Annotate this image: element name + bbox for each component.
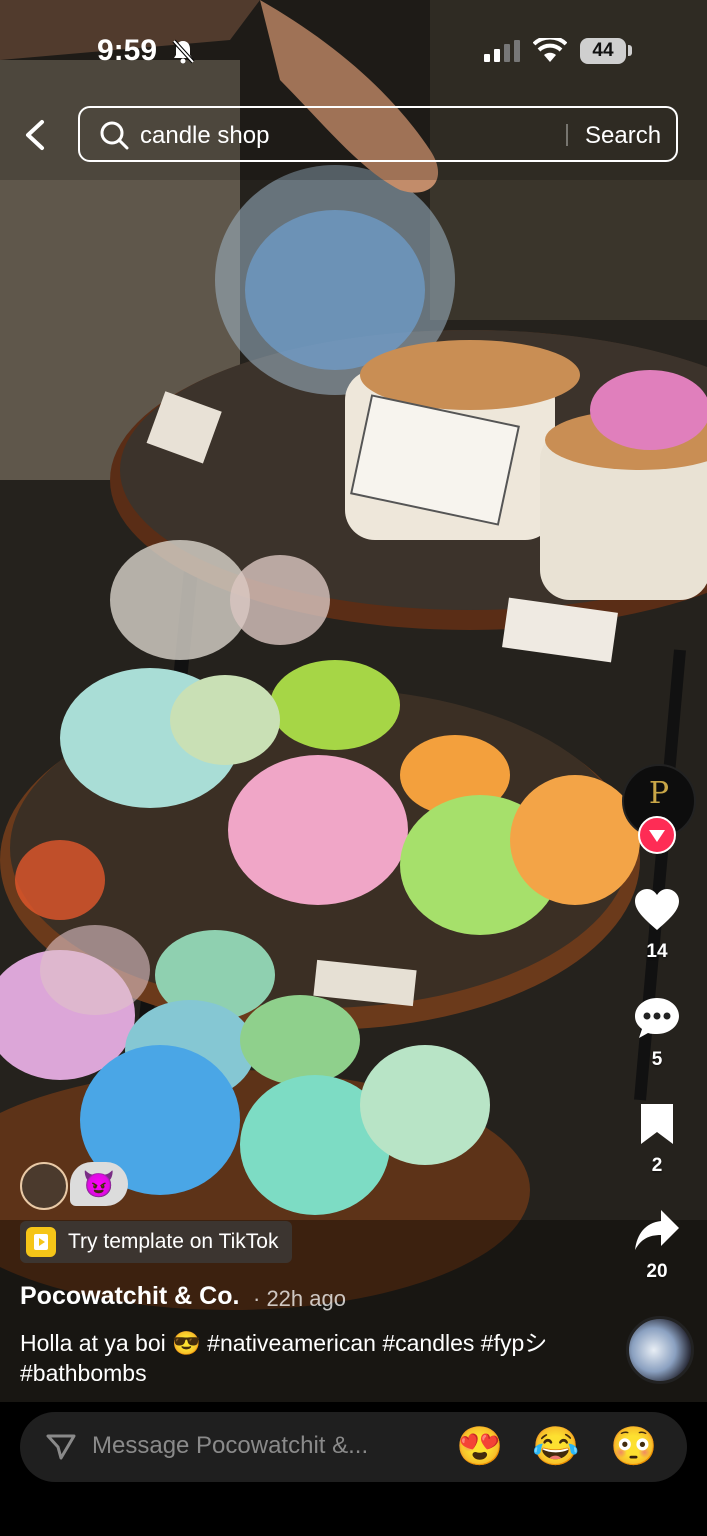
comment-button[interactable]: 5 bbox=[622, 996, 692, 1071]
comment-bubble[interactable]: 😈 bbox=[70, 1162, 128, 1206]
bell-slash-icon bbox=[170, 38, 196, 69]
emoji-heart-eyes-button[interactable]: 😍 bbox=[456, 1424, 503, 1470]
like-button[interactable]: 14 bbox=[622, 888, 692, 963]
commenter-avatar[interactable] bbox=[20, 1162, 68, 1210]
template-label: Try template on TikTok bbox=[68, 1230, 279, 1253]
share-arrow-icon bbox=[635, 1210, 679, 1250]
wifi-icon bbox=[532, 35, 568, 69]
post-caption: Holla at ya boi 😎 #nativeamerican #candl… bbox=[20, 1330, 548, 1386]
search-button[interactable]: Search bbox=[585, 122, 661, 150]
message-input[interactable]: Message Pocowatchit &... bbox=[92, 1432, 368, 1460]
cellular-signal-icon bbox=[484, 40, 522, 67]
follow-button[interactable] bbox=[638, 816, 676, 854]
save-button[interactable]: 2 bbox=[622, 1102, 692, 1177]
paper-plane-icon bbox=[649, 830, 665, 842]
back-button[interactable] bbox=[22, 118, 52, 152]
comment-icon bbox=[635, 998, 679, 1038]
emoji-tears-of-joy-button[interactable]: 😂 bbox=[532, 1424, 579, 1470]
creator-logo-icon: P bbox=[648, 776, 670, 811]
comment-count: 5 bbox=[651, 1049, 663, 1070]
sound-disc[interactable] bbox=[626, 1316, 694, 1384]
send-icon bbox=[46, 1434, 76, 1465]
chevron-left-icon bbox=[26, 120, 44, 150]
search-divider bbox=[566, 124, 568, 146]
template-icon bbox=[26, 1227, 56, 1257]
search-input[interactable]: candle shop bbox=[140, 122, 269, 150]
battery-indicator: 44 bbox=[580, 38, 626, 64]
like-count: 14 bbox=[646, 941, 668, 962]
template-button[interactable]: Try template on TikTok bbox=[20, 1221, 293, 1263]
search-bar[interactable]: candle shop Search bbox=[78, 106, 678, 162]
clock: 9:59 bbox=[97, 34, 158, 67]
search-icon bbox=[100, 121, 130, 156]
heart-icon bbox=[635, 889, 679, 930]
emoji-flushed-button[interactable]: 😳 bbox=[610, 1424, 657, 1470]
share-button[interactable]: 20 bbox=[622, 1208, 692, 1283]
battery-tip bbox=[628, 45, 632, 56]
status-bar: 9:59 44 bbox=[0, 0, 707, 100]
post-time: · 22h ago bbox=[253, 1286, 346, 1311]
bookmark-icon bbox=[641, 1104, 673, 1144]
save-count: 2 bbox=[651, 1155, 663, 1176]
author-name[interactable]: Pocowatchit & Co. bbox=[20, 1282, 239, 1311]
message-bar[interactable]: Message Pocowatchit &... 😍 😂 😳 bbox=[20, 1412, 687, 1482]
share-count: 20 bbox=[646, 1261, 668, 1282]
